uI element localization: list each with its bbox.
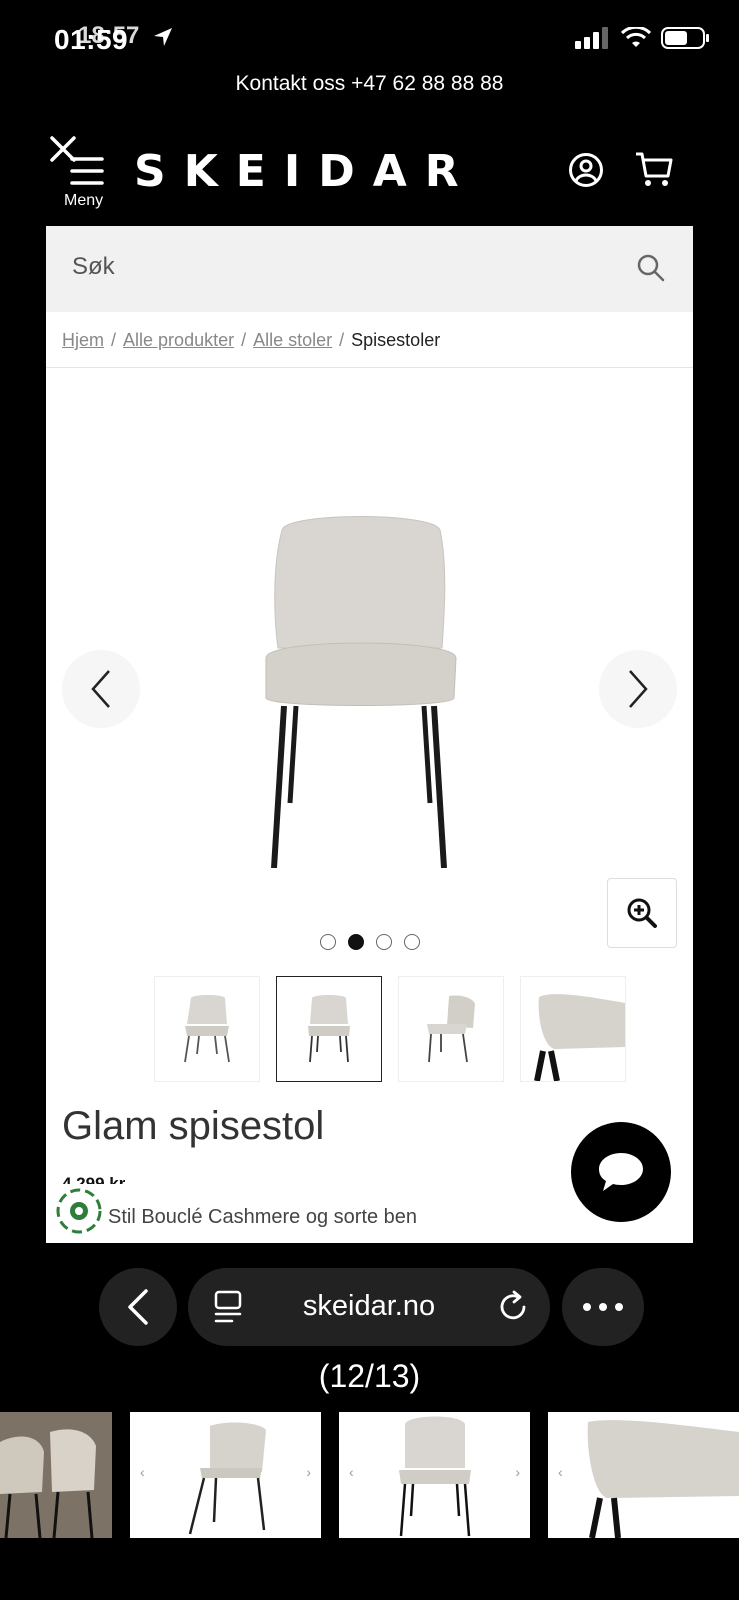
pagination-dot[interactable] [319,934,336,950]
account-icon[interactable] [568,152,604,188]
product-image-chair-front[interactable] [250,508,470,868]
breadcrumb-separator: / [339,330,345,350]
status-bar: 01:59 18:57 [0,0,739,80]
skeidar-logo[interactable]: SKEIDAR [134,146,477,197]
breadcrumb: Hjem / Alle produkter / Alle stoler / Spisesto… [46,312,693,368]
search-input[interactable]: Søk [72,253,115,281]
gallery-next-button[interactable] [599,650,677,728]
cart-icon[interactable] [634,150,674,188]
chat-button[interactable] [571,1122,671,1222]
pagination-dot-active[interactable] [347,934,364,950]
breadcrumb-separator: / [241,330,247,350]
chevron-right-icon [629,670,648,708]
web-content: Søk Hjem / Alle produkter / Alle stoler / Spis… [46,226,693,1243]
strip-photo-image [399,1416,471,1537]
strip-photo-1[interactable] [0,1412,112,1538]
search-bar[interactable]: Søk [46,226,693,312]
hamburger-icon [70,157,104,185]
location-arrow-icon [154,28,172,46]
thumbnail-1[interactable] [154,976,260,1082]
thumbnail-image [308,995,350,1063]
strip-photo-2[interactable]: ‹ › [130,1412,321,1538]
photo-strip: ‹ › ‹ › ‹ [0,1412,739,1538]
cellular-signal-icon [575,27,608,49]
zoom-in-icon [627,898,657,928]
chevron-right-icon: › [306,1464,311,1480]
breadcrumb-link-hjem[interactable]: Hjem [62,330,104,350]
menu-button[interactable]: Meny [64,152,108,212]
strip-photo-image [587,1420,739,1538]
thumbnail-4[interactable] [520,976,626,1082]
eco-badge-icon [56,1188,102,1234]
chevron-left-icon: ‹ [140,1464,145,1480]
thumbnail-3[interactable] [398,976,504,1082]
thumbnail-image [427,995,475,1063]
image-counter: (12/13) [318,1358,421,1394]
product-description: Stil Bouclé Cashmere og sorte ben [108,1206,418,1228]
status-time-overlay: 18:57 [78,22,140,49]
more-dot [615,1303,623,1311]
thumbnail-2-active[interactable] [276,976,382,1082]
wifi-icon [621,27,651,47]
chevron-right-icon: › [515,1464,520,1480]
breadcrumb-link-alle-stoler[interactable]: Alle stoler [253,330,332,350]
battery-icon [661,27,709,49]
breadcrumb-current: Spisestoler [351,330,441,350]
more-dot [583,1303,591,1311]
contact-phone-link[interactable]: Kontakt oss +47 62 88 88 88 [0,72,739,96]
thumbnail-strip [154,976,626,1082]
gallery-prev-button[interactable] [62,650,140,728]
gallery-pagination [46,934,693,950]
search-icon[interactable] [637,254,665,282]
product-title: Glam spisestol [62,1104,325,1148]
thumbnail-image [521,977,625,1081]
chevron-left-icon: ‹ [349,1464,354,1480]
breadcrumb-separator: / [111,330,117,350]
chat-bubble-icon [599,1153,643,1191]
strip-photo-image [188,1422,266,1535]
product-price: 4 299 kr [62,1174,126,1184]
reload-icon[interactable] [496,1290,530,1324]
strip-photo-4[interactable]: ‹ [548,1412,739,1538]
pagination-dot[interactable] [375,934,392,950]
browser-back-button[interactable] [99,1268,177,1346]
strip-photo-image [0,1412,112,1538]
more-dot [599,1303,607,1311]
browser-more-button[interactable] [562,1268,644,1346]
menu-label: Meny [64,192,104,209]
thumbnail-image [184,995,230,1063]
breadcrumb-link-alle-produkter[interactable]: Alle produkter [123,330,234,350]
browser-address-bar[interactable]: skeidar.no [188,1268,550,1346]
pagination-dot[interactable] [403,934,420,950]
chevron-left-icon [128,1289,148,1325]
chevron-left-icon: ‹ [558,1464,563,1480]
chevron-left-icon [91,670,110,708]
product-gallery[interactable] [46,368,693,968]
strip-photo-3-active[interactable]: ‹ › [339,1412,530,1538]
